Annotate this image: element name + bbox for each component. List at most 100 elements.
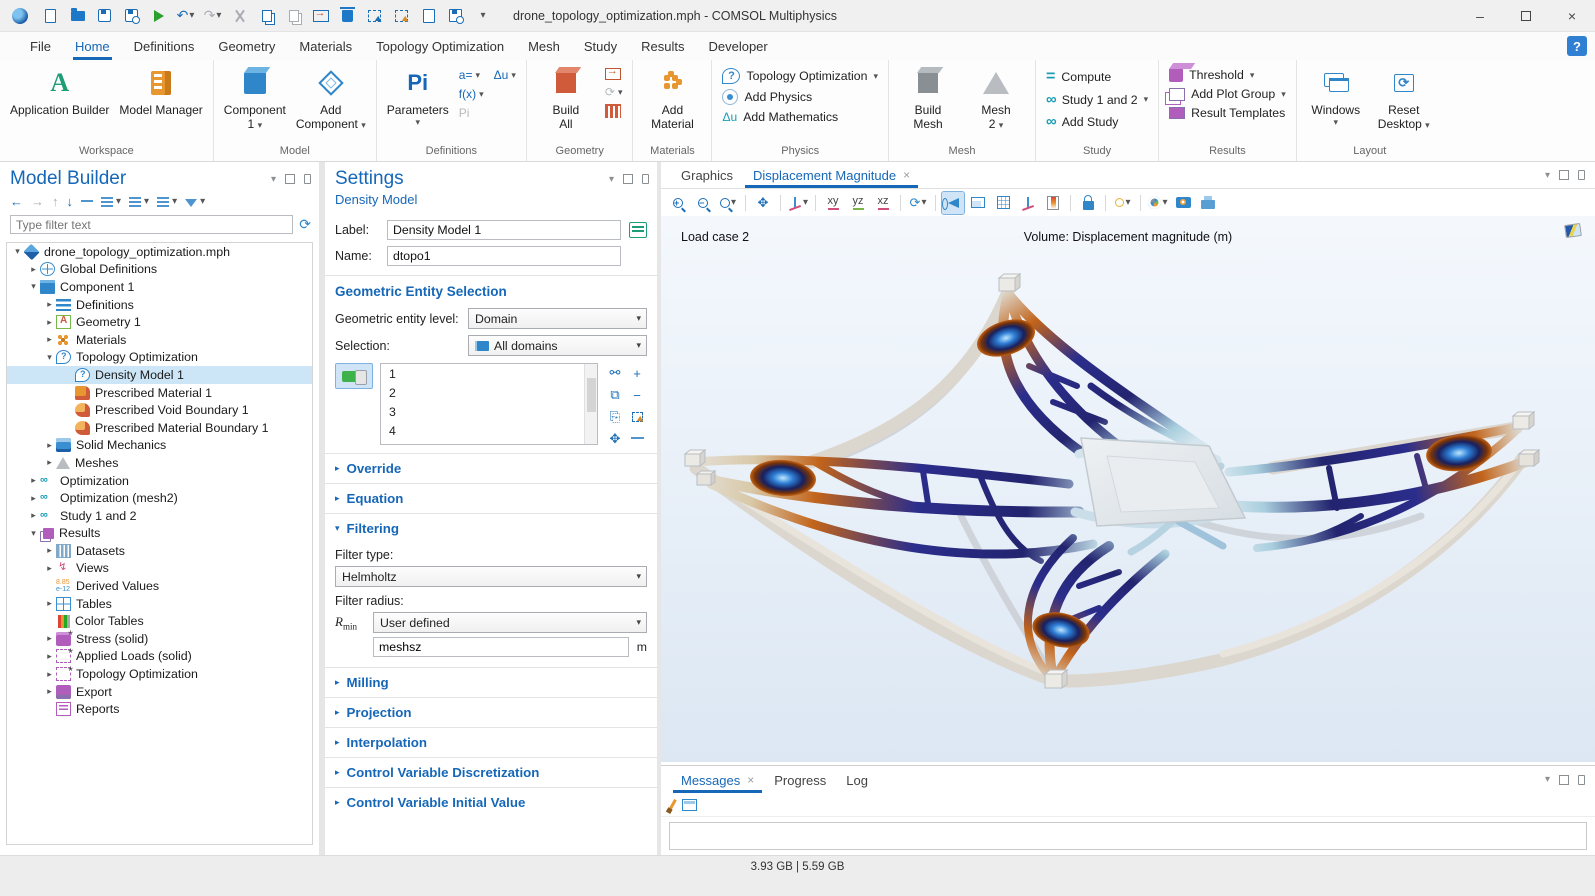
section-override[interactable]: ▸Override: [325, 453, 657, 483]
import-geometry-button[interactable]: [605, 68, 623, 80]
tree-node-results[interactable]: ▾Results: [7, 525, 312, 543]
axes-orientation-icon[interactable]: [1017, 192, 1039, 214]
add-plot-group-button[interactable]: Add Plot Group▾: [1169, 87, 1286, 101]
filter-radius-input[interactable]: [373, 637, 629, 657]
clear-selection-icon[interactable]: [627, 407, 647, 427]
filter-icon[interactable]: ▾: [185, 196, 205, 207]
undo-icon[interactable]: ↶▾: [173, 4, 198, 28]
add-mathematics-button[interactable]: Δu Add Mathematics: [722, 110, 878, 124]
messages-close-icon[interactable]: ×: [747, 773, 754, 787]
physics-interface-button[interactable]: ? Topology Optimization▾: [722, 68, 878, 84]
remove-from-selection-icon[interactable]: −: [627, 385, 647, 405]
snapshot-icon[interactable]: [1172, 192, 1194, 214]
tree-filter-input[interactable]: [10, 215, 293, 234]
tree-node-export[interactable]: ▸Export: [7, 683, 312, 701]
mesh-2-button[interactable]: Mesh 2 ▾: [967, 66, 1025, 132]
menu-materials[interactable]: Materials: [287, 32, 364, 60]
section-interpolation[interactable]: ▸Interpolation: [325, 727, 657, 757]
scene-light-toggle-icon[interactable]: [942, 192, 964, 214]
refresh-icon[interactable]: ⟳: [299, 216, 311, 233]
tree-node-geometry-1[interactable]: ▸Geometry 1: [7, 313, 312, 331]
parameters-button[interactable]: Pi Parameters ▾: [387, 66, 449, 128]
tab-messages[interactable]: Messages ×: [671, 767, 764, 793]
settings-float-icon[interactable]: [623, 174, 633, 184]
section-control-variable-discretization[interactable]: ▸Control Variable Discretization: [325, 757, 657, 787]
messages-menu-icon[interactable]: ▾: [1545, 774, 1550, 785]
graphics-canvas[interactable]: Load case 2 Volume: Displacement magnitu…: [661, 216, 1595, 762]
tree-node-topology-optimization-results[interactable]: ▸Topology Optimization: [7, 665, 312, 683]
tree-node-root[interactable]: ▾drone_topology_optimization.mph: [7, 243, 312, 261]
reset-desktop-button[interactable]: ⟳ Reset Desktop ▾: [1375, 66, 1433, 132]
tree-node-datasets[interactable]: ▸Datasets: [7, 542, 312, 560]
application-builder-button[interactable]: A Application Builder: [10, 66, 109, 117]
tree-node-global-definitions[interactable]: ▸Global Definitions: [7, 261, 312, 279]
tree-node-solid-mechanics[interactable]: ▸Solid Mechanics: [7, 437, 312, 455]
transparency-icon[interactable]: [967, 192, 989, 214]
menu-geometry[interactable]: Geometry: [206, 32, 287, 60]
tab-graphics[interactable]: Graphics: [671, 162, 743, 188]
tree-node-optimization-mesh2[interactable]: ▸Optimization (mesh2): [7, 489, 312, 507]
tree-node-density-model-1[interactable]: Density Model 1: [7, 366, 312, 384]
zoom-box-icon[interactable]: ▾: [717, 192, 739, 214]
paste-selection-icon[interactable]: ⎘: [605, 407, 625, 427]
tree-node-views[interactable]: ▸Views: [7, 560, 312, 578]
rotate-view-icon[interactable]: ⟳▾: [907, 192, 929, 214]
domain-list-item[interactable]: 2: [381, 383, 597, 402]
view-xz-icon[interactable]: xz: [872, 192, 894, 214]
tree-node-component-1[interactable]: ▾Component 1: [7, 278, 312, 296]
build-all-button[interactable]: Build All: [537, 66, 595, 132]
list-scrollbar[interactable]: [584, 364, 597, 444]
expand-all-icon[interactable]: ▾: [129, 196, 149, 207]
work-plane-button[interactable]: [605, 104, 623, 118]
clear-messages-icon[interactable]: [668, 799, 677, 811]
menu-topology-optimization[interactable]: Topology Optimization: [364, 32, 516, 60]
add-material-button[interactable]: Add Material: [643, 66, 701, 132]
tree-node-meshes[interactable]: ▸Meshes: [7, 454, 312, 472]
environment-light-icon[interactable]: ▾: [1112, 192, 1134, 214]
zoom-to-selection-icon[interactable]: ✥: [605, 429, 625, 449]
model-manager-button[interactable]: Model Manager: [119, 66, 202, 117]
tree-node-color-tables[interactable]: Color Tables: [7, 612, 312, 630]
tree-node-study-1-and-2[interactable]: ▸Study 1 and 2: [7, 507, 312, 525]
tree-node-applied-loads-solid[interactable]: ▸Applied Loads (solid): [7, 648, 312, 666]
selection-dropdown[interactable]: All domains ▾: [468, 335, 647, 356]
menu-home[interactable]: Home: [63, 32, 122, 60]
domain-list-item[interactable]: 1: [381, 364, 597, 383]
zoom-out-icon[interactable]: −: [692, 192, 714, 214]
add-to-selection-icon[interactable]: +: [627, 363, 647, 383]
lock-view-icon[interactable]: [1077, 192, 1099, 214]
section-equation[interactable]: ▸Equation: [325, 483, 657, 513]
copy-selection-icon[interactable]: ⧉: [605, 385, 625, 405]
move-down-icon[interactable]: ↓: [67, 194, 74, 209]
tree-node-prescribed-material-boundary-1[interactable]: Prescribed Material Boundary 1: [7, 419, 312, 437]
messages-pin-icon[interactable]: [1578, 775, 1585, 785]
show-icon[interactable]: [81, 200, 93, 204]
save-icon[interactable]: [92, 4, 117, 28]
threshold-button[interactable]: Threshold▾: [1169, 68, 1286, 82]
copy-icon[interactable]: [254, 4, 279, 28]
tab-progress[interactable]: Progress: [764, 767, 836, 793]
open-messages-window-icon[interactable]: [682, 799, 697, 811]
go-to-view-icon[interactable]: ▾: [787, 192, 809, 214]
menu-mesh[interactable]: Mesh: [516, 32, 572, 60]
tab-close-icon[interactable]: ×: [903, 168, 910, 182]
view-yz-icon[interactable]: yz: [847, 192, 869, 214]
redo-icon[interactable]: ↷▾: [200, 4, 225, 28]
add-component-button[interactable]: Add Component ▾: [296, 66, 366, 132]
tree-node-tables[interactable]: ▸Tables: [7, 595, 312, 613]
add-physics-button[interactable]: Add Physics: [722, 89, 878, 105]
domain-list-item[interactable]: 3: [381, 402, 597, 421]
filter-radius-dropdown[interactable]: User defined ▾: [373, 612, 647, 633]
variables-button[interactable]: a=▾: [459, 68, 484, 82]
create-selection-icon[interactable]: ⚯: [605, 363, 625, 383]
move-up-icon[interactable]: ↑: [52, 194, 59, 209]
select-box-icon[interactable]: [362, 4, 387, 28]
nonlocal-couplings-button[interactable]: Δu▾: [494, 68, 516, 82]
rename-icon[interactable]: [629, 222, 647, 238]
result-templates-button[interactable]: Result Templates: [1169, 106, 1286, 120]
section-control-variable-initial-value[interactable]: ▸Control Variable Initial Value: [325, 787, 657, 817]
maximize-button[interactable]: [1503, 0, 1549, 32]
menu-results[interactable]: Results: [629, 32, 696, 60]
section-projection[interactable]: ▸Projection: [325, 697, 657, 727]
filter-type-dropdown[interactable]: Helmholtz ▾: [335, 566, 647, 587]
